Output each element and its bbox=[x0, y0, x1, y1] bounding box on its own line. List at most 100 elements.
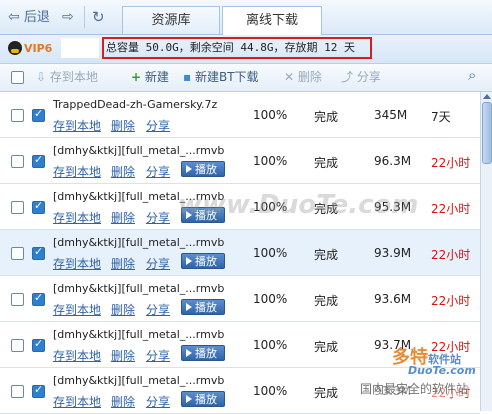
progress-percent: 100% bbox=[253, 108, 288, 122]
search-button[interactable]: ⌕ bbox=[468, 67, 476, 83]
delete-link[interactable]: 删除 bbox=[111, 117, 135, 134]
file-name: [dmhy&ktkj][full_metal_...rmvb bbox=[53, 374, 225, 387]
list-scrollbar[interactable] bbox=[480, 92, 492, 411]
progress-percent: 100% bbox=[253, 338, 288, 352]
delete-link[interactable]: 删除 bbox=[111, 301, 135, 318]
play-label: 播放 bbox=[195, 255, 217, 268]
arrow-left-icon: ⇦ bbox=[8, 9, 20, 25]
top-nav: ⇦ 后退 ⇨ ↻ 资源库 离线下载 bbox=[0, 0, 492, 35]
save-local-link[interactable]: 存到本地 bbox=[53, 255, 101, 272]
play-button[interactable]: 播放 bbox=[181, 345, 225, 361]
file-size: 345M bbox=[374, 108, 408, 122]
play-icon bbox=[186, 395, 192, 403]
toolbar-new-button[interactable]: + 新建 bbox=[131, 69, 169, 85]
status-text: 完成 bbox=[314, 202, 339, 216]
row-checked-mark[interactable] bbox=[32, 383, 45, 398]
save-local-link[interactable]: 存到本地 bbox=[53, 117, 101, 134]
save-local-link[interactable]: 存到本地 bbox=[53, 393, 101, 410]
toolbar: ⇩ 存到本地 + 新建 ▪ 新建BT下载 ✕ 删除 ⤴ 分享 ⌕ bbox=[0, 64, 492, 92]
back-label: 后退 bbox=[23, 10, 50, 25]
play-icon bbox=[186, 165, 192, 173]
task-row[interactable]: [dmhy&ktkj][full_metal_...rmvb 存到本地 删除 分… bbox=[0, 230, 480, 276]
save-local-link[interactable]: 存到本地 bbox=[53, 163, 101, 180]
toolbar-share-button[interactable]: ⤴ 分享 bbox=[341, 69, 381, 85]
delete-link[interactable]: 删除 bbox=[111, 393, 135, 410]
vip-badge: VIP6 bbox=[8, 41, 52, 57]
task-row[interactable]: [dmhy&ktkj][full_metal_...rmvb 存到本地 删除 分… bbox=[0, 138, 480, 184]
capacity-summary: 总容量 50.0G，剩余空间 44.8G，存放期 12 天 bbox=[102, 37, 372, 59]
account-info-bar: VIP6 总容量 50.0G，剩余空间 44.8G，存放期 12 天 bbox=[0, 35, 492, 64]
toolbar-label: 分享 bbox=[356, 70, 381, 84]
delete-link[interactable]: 删除 bbox=[111, 209, 135, 226]
share-icon: ⤴ bbox=[341, 70, 354, 84]
back-button[interactable]: ⇦ 后退 bbox=[8, 7, 50, 27]
row-checked-mark[interactable] bbox=[32, 153, 45, 168]
task-row[interactable]: [dmhy&ktkj][full_metal_...rmvb 存到本地 删除 分… bbox=[0, 276, 480, 322]
progress-percent: 100% bbox=[253, 292, 288, 306]
tab-resource-library[interactable]: 资源库 bbox=[122, 6, 220, 34]
toolbar-label: 存到本地 bbox=[49, 70, 98, 84]
file-size: 93.3M bbox=[374, 384, 412, 398]
task-row[interactable]: [dmhy&ktkj][full_metal_...rmvb 存到本地 删除 分… bbox=[0, 184, 480, 230]
row-select-checkbox[interactable] bbox=[11, 385, 24, 398]
status-text: 完成 bbox=[314, 294, 339, 308]
share-link[interactable]: 分享 bbox=[146, 209, 170, 226]
row-select-checkbox[interactable] bbox=[11, 339, 24, 352]
row-checked-mark[interactable] bbox=[32, 199, 45, 214]
forward-button[interactable]: ⇨ bbox=[62, 7, 74, 27]
file-name: [dmhy&ktkj][full_metal_...rmvb bbox=[53, 282, 225, 295]
save-local-link[interactable]: 存到本地 bbox=[53, 209, 101, 226]
tab-offline-download[interactable]: 离线下载 bbox=[222, 6, 322, 35]
play-button[interactable]: 播放 bbox=[181, 253, 225, 269]
share-link[interactable]: 分享 bbox=[146, 163, 170, 180]
nav-divider bbox=[84, 6, 85, 28]
play-button[interactable]: 播放 bbox=[181, 161, 225, 177]
status-text: 完成 bbox=[314, 340, 339, 354]
share-link[interactable]: 分享 bbox=[146, 393, 170, 410]
refresh-button[interactable]: ↻ bbox=[92, 7, 105, 27]
delete-x-icon: ✕ bbox=[284, 70, 295, 84]
row-checked-mark[interactable] bbox=[32, 291, 45, 306]
share-link[interactable]: 分享 bbox=[146, 255, 170, 272]
toolbar-delete-button[interactable]: ✕ 删除 bbox=[284, 69, 322, 85]
row-checked-mark[interactable] bbox=[32, 337, 45, 352]
row-select-checkbox[interactable] bbox=[11, 155, 24, 168]
save-local-link[interactable]: 存到本地 bbox=[53, 301, 101, 318]
play-icon bbox=[186, 303, 192, 311]
task-row[interactable]: TrappedDead-zh-Gamersky.7z 存到本地 删除 分享 10… bbox=[0, 92, 480, 138]
play-button[interactable]: 播放 bbox=[181, 391, 225, 407]
delete-link[interactable]: 删除 bbox=[111, 163, 135, 180]
row-select-checkbox[interactable] bbox=[11, 201, 24, 214]
delete-link[interactable]: 删除 bbox=[111, 255, 135, 272]
toolbar-save-local-button[interactable]: ⇩ 存到本地 bbox=[36, 69, 98, 85]
username-redacted bbox=[61, 38, 99, 58]
row-select-checkbox[interactable] bbox=[11, 247, 24, 260]
row-select-checkbox[interactable] bbox=[11, 109, 24, 122]
scroll-thumb[interactable] bbox=[482, 102, 492, 164]
share-link[interactable]: 分享 bbox=[146, 347, 170, 364]
row-checked-mark[interactable] bbox=[32, 245, 45, 260]
share-link[interactable]: 分享 bbox=[146, 301, 170, 318]
scroll-up-arrow-icon[interactable] bbox=[483, 94, 491, 99]
play-label: 播放 bbox=[195, 393, 217, 406]
row-select-checkbox[interactable] bbox=[11, 293, 24, 306]
refresh-icon: ↻ bbox=[92, 8, 105, 26]
play-button[interactable]: 播放 bbox=[181, 207, 225, 223]
task-row[interactable]: [dmhy&ktkj][full_metal_...rmvb 存到本地 删除 分… bbox=[0, 368, 480, 414]
tab-label: 资源库 bbox=[151, 13, 191, 28]
delete-link[interactable]: 删除 bbox=[111, 347, 135, 364]
file-size: 93.7M bbox=[374, 338, 412, 352]
row-checked-mark[interactable] bbox=[32, 107, 45, 122]
share-link[interactable]: 分享 bbox=[146, 117, 170, 134]
progress-percent: 100% bbox=[253, 200, 288, 214]
select-all-checkbox[interactable] bbox=[11, 71, 24, 84]
task-row[interactable]: [dmhy&ktkj][full_metal_...rmvb 存到本地 删除 分… bbox=[0, 322, 480, 368]
play-label: 播放 bbox=[195, 347, 217, 360]
expiry-time: 22小时 bbox=[431, 340, 471, 354]
play-button[interactable]: 播放 bbox=[181, 299, 225, 315]
save-local-link[interactable]: 存到本地 bbox=[53, 347, 101, 364]
file-name: [dmhy&ktkj][full_metal_...rmvb bbox=[53, 236, 225, 249]
toolbar-new-bt-button[interactable]: ▪ 新建BT下载 bbox=[183, 69, 259, 85]
progress-percent: 100% bbox=[253, 154, 288, 168]
expiry-time: 22小时 bbox=[431, 294, 471, 308]
